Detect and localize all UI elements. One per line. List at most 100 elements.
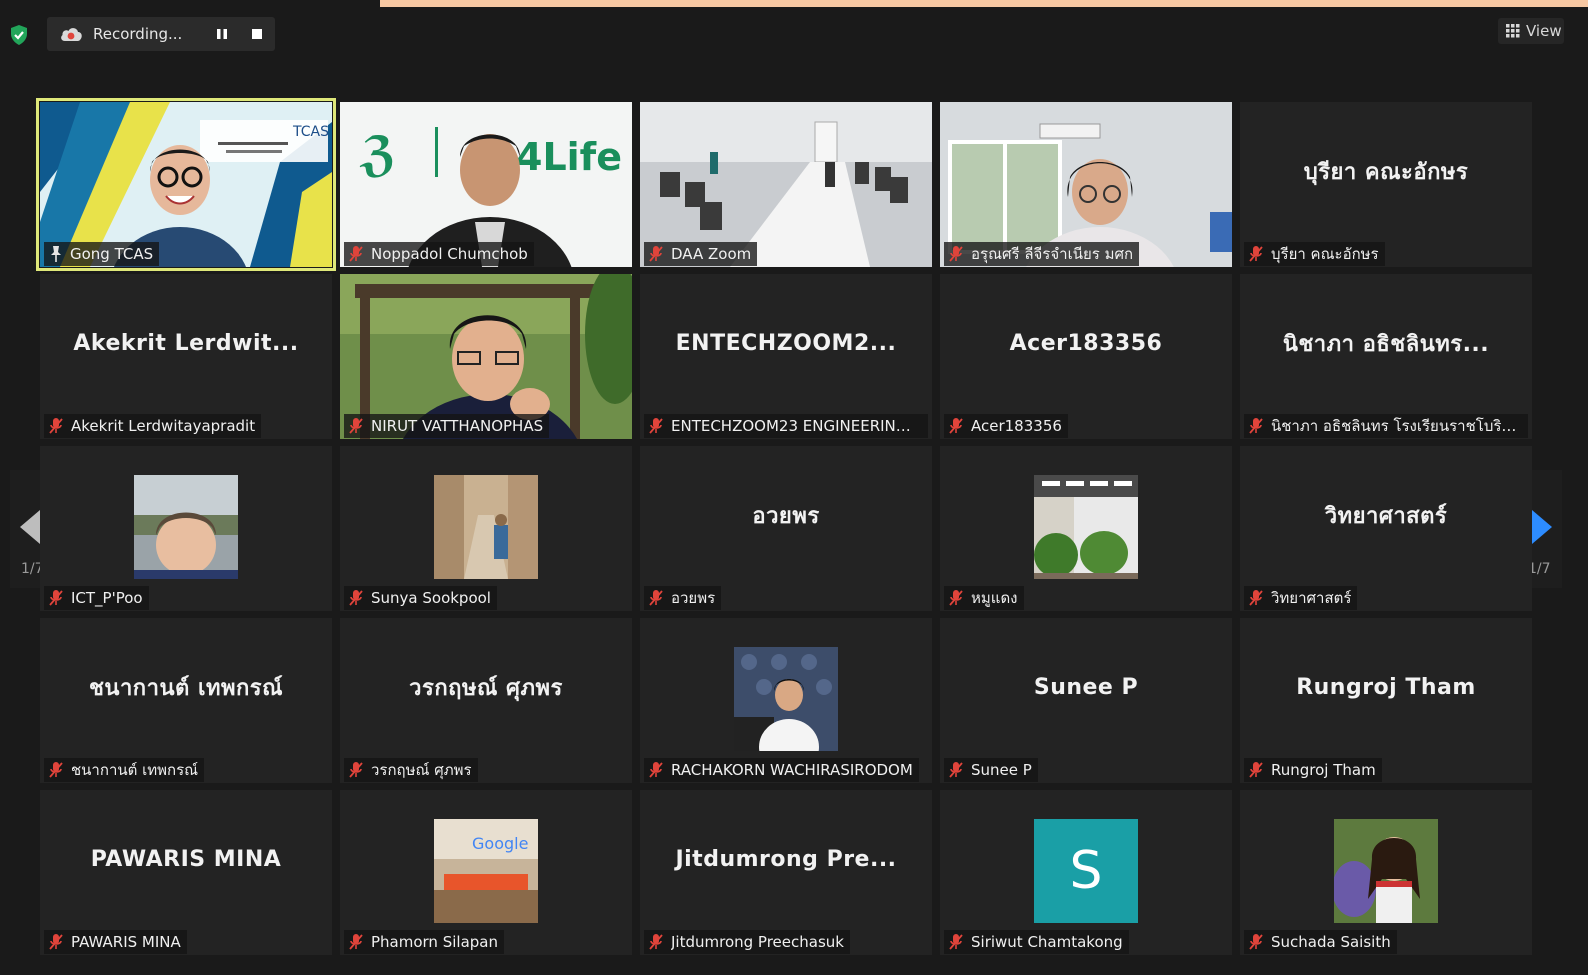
participant-tile[interactable]: ℨ 4Life Noppadol Chumchob	[340, 102, 632, 267]
participant-tile[interactable]: ENTECHZOOM2... ENTECHZOOM23 ENGINEERING .…	[640, 274, 932, 439]
muted-mic-icon	[349, 590, 363, 606]
participant-name-tag: ชนากานต์ เทพกรณ์	[44, 758, 205, 782]
participant-name-tag: ICT_P'Poo	[44, 586, 149, 610]
participant-display-name: ENTECHZOOM2...	[675, 331, 897, 356]
participant-name: Akekrit Lerdwitayapradit	[71, 417, 256, 435]
muted-mic-icon	[49, 934, 63, 950]
participant-display-name: อวยพร	[752, 504, 820, 529]
participant-name: Suchada Saisith	[1271, 933, 1391, 951]
participant-name-tag: อวยพร	[644, 586, 722, 610]
participant-tile[interactable]: ICT_P'Poo	[40, 446, 332, 611]
muted-mic-icon	[349, 418, 363, 434]
participant-name: Gong TCAS	[70, 245, 154, 263]
participant-name-tag: อรุณศรี ลีจีรจำเนียร มศก	[944, 242, 1140, 266]
participant-name: Phamorn Silapan	[371, 933, 498, 951]
participant-display-name: Rungroj Tham	[1296, 675, 1476, 700]
muted-mic-icon	[649, 246, 663, 262]
muted-mic-icon	[649, 934, 663, 950]
muted-mic-icon	[349, 246, 363, 262]
recording-indicator: Recording...	[47, 17, 275, 51]
participant-name-tag: วรกฤษณ์ ศุภพร	[344, 758, 478, 782]
shield-check-icon[interactable]	[9, 24, 29, 46]
participant-name-tag: Acer183356	[944, 414, 1068, 438]
participant-tile[interactable]: NIRUT VATTHANOPHAS	[340, 274, 632, 439]
participant-name-tag: DAA Zoom	[644, 242, 758, 266]
participant-tile[interactable]: Google Phamorn Silapan	[340, 790, 632, 955]
participant-name: PAWARIS MINA	[71, 933, 181, 951]
participant-name: Acer183356	[971, 417, 1062, 435]
participant-tile[interactable]: บุรียา คณะอักษร บุรียา คณะอักษร	[1240, 102, 1532, 267]
muted-mic-icon	[1249, 418, 1263, 434]
participant-name-tag: Noppadol Chumchob	[344, 242, 534, 266]
participant-name-tag: วิทยาศาสตร์	[1244, 586, 1358, 610]
participant-tile[interactable]: นิชาภา อธิชลินทร... นิชาภา อธิชลินทร โรงเ…	[1240, 274, 1532, 439]
chevron-right-icon	[1532, 510, 1552, 544]
participant-tile[interactable]: Akekrit Lerdwit... Akekrit Lerdwitayaprad…	[40, 274, 332, 439]
participant-tile[interactable]: ชนากานต์ เทพกรณ์ ชนากานต์ เทพกรณ์	[40, 618, 332, 783]
participant-name-tag: บุรียา คณะอักษร	[1244, 242, 1385, 266]
participant-tile[interactable]: วรกฤษณ์ ศุภพร วรกฤษณ์ ศุภพร	[340, 618, 632, 783]
participant-tile[interactable]: Jitdumrong Pre... Jitdumrong Preechasuk	[640, 790, 932, 955]
participant-name-tag: PAWARIS MINA	[44, 930, 187, 954]
participant-display-name: นิชาภา อธิชลินทร...	[1282, 332, 1490, 357]
participant-name: อวยพร	[671, 589, 716, 607]
participant-name-tag: RACHAKORN WACHIRASIRODOM	[644, 758, 919, 782]
view-label: View	[1526, 22, 1562, 40]
grid-view-icon	[1506, 24, 1520, 38]
participant-display-name: วิทยาศาสตร์	[1324, 504, 1448, 529]
pause-recording-button[interactable]	[209, 21, 235, 47]
view-button[interactable]: View	[1498, 18, 1564, 44]
participant-name: ICT_P'Poo	[71, 589, 143, 607]
muted-mic-icon	[649, 418, 663, 434]
participant-display-name: Jitdumrong Pre...	[675, 847, 897, 872]
chevron-left-icon	[20, 510, 40, 544]
participant-tile[interactable]: TCAS Gong TCAS	[36, 98, 336, 271]
participant-tile[interactable]: Sunya Sookpool	[340, 446, 632, 611]
participant-name: วรกฤษณ์ ศุภพร	[371, 761, 472, 779]
background-logo-text: Google	[472, 834, 528, 853]
participant-tile[interactable]: DAA Zoom	[640, 102, 932, 267]
participant-name: Jitdumrong Preechasuk	[671, 933, 844, 951]
stop-recording-button[interactable]	[244, 21, 270, 47]
muted-mic-icon	[1249, 934, 1263, 950]
profile-picture	[1334, 819, 1438, 923]
muted-mic-icon	[949, 934, 963, 950]
participant-tile[interactable]: S Siriwut Chamtakong	[940, 790, 1232, 955]
participant-name-tag: หมูแดง	[944, 586, 1024, 610]
top-accent-bar	[380, 0, 1588, 7]
participant-display-name: Acer183356	[1009, 331, 1163, 356]
muted-mic-icon	[949, 590, 963, 606]
participant-tile[interactable]: Sunee P Sunee P	[940, 618, 1232, 783]
participant-tile[interactable]: Acer183356 Acer183356	[940, 274, 1232, 439]
participant-tile[interactable]: Rungroj Tham Rungroj Tham	[1240, 618, 1532, 783]
muted-mic-icon	[349, 762, 363, 778]
participant-name: NIRUT VATTHANOPHAS	[371, 417, 544, 435]
participant-name: ENTECHZOOM23 ENGINEERING ...	[671, 417, 922, 435]
participant-name: บุรียา คณะอักษร	[1271, 245, 1379, 263]
muted-mic-icon	[649, 762, 663, 778]
participant-name: Rungroj Tham	[1271, 761, 1376, 779]
participant-tile[interactable]: วิทยาศาสตร์ วิทยาศาสตร์	[1240, 446, 1532, 611]
participant-tile[interactable]: Suchada Saisith	[1240, 790, 1532, 955]
svg-text:TCAS: TCAS	[292, 124, 329, 140]
cloud-recording-icon	[61, 28, 82, 41]
participant-tile[interactable]: RACHAKORN WACHIRASIRODOM	[640, 618, 932, 783]
participant-tile[interactable]: หมูแดง	[940, 446, 1232, 611]
muted-mic-icon	[949, 246, 963, 262]
muted-mic-icon	[1249, 246, 1263, 262]
participant-name-tag: Sunee P	[944, 758, 1038, 782]
muted-mic-icon	[1249, 762, 1263, 778]
participant-tile[interactable]: PAWARIS MINA PAWARIS MINA	[40, 790, 332, 955]
participant-name: Sunya Sookpool	[371, 589, 491, 607]
participant-name-tag: Sunya Sookpool	[344, 586, 497, 610]
participant-name-tag: นิชาภา อธิชลินทร โรงเรียนราชโบริกานุ...	[1244, 414, 1528, 438]
participant-tile[interactable]: อวยพร อวยพร	[640, 446, 932, 611]
participant-name: ชนากานต์ เทพกรณ์	[71, 761, 199, 779]
participant-name: หมูแดง	[971, 589, 1018, 607]
profile-picture	[734, 647, 838, 751]
profile-picture: Google	[434, 819, 538, 923]
muted-mic-icon	[1249, 590, 1263, 606]
participant-name: วิทยาศาสตร์	[1271, 589, 1352, 607]
participant-name-tag: Rungroj Tham	[1244, 758, 1382, 782]
participant-tile[interactable]: อรุณศรี ลีจีรจำเนียร มศก	[940, 102, 1232, 267]
